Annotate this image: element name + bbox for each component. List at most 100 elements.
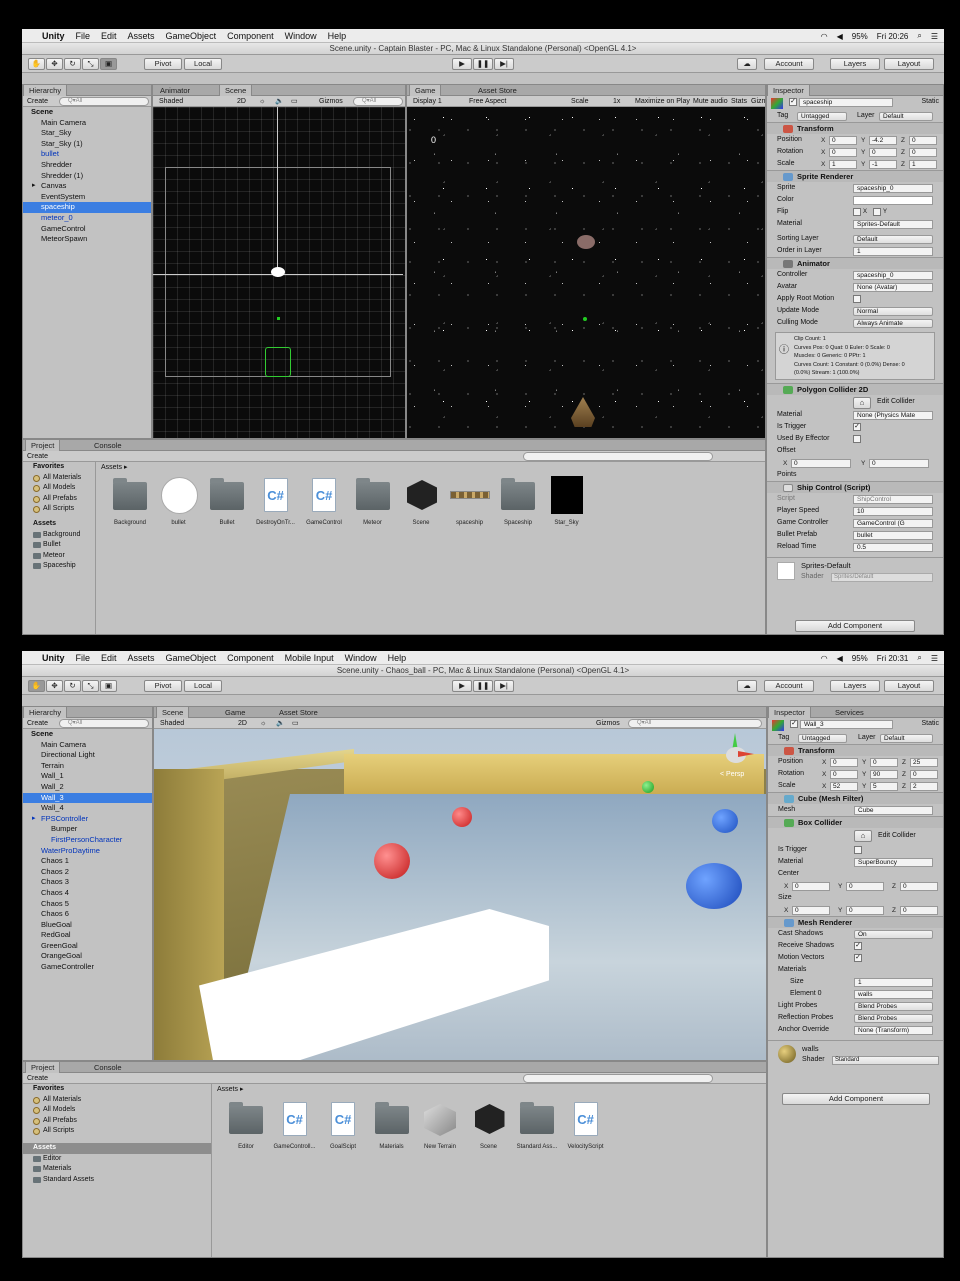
- green-ball[interactable]: [642, 781, 654, 793]
- maximize-toggle[interactable]: Maximize on Play: [635, 97, 690, 106]
- hierarchy-item[interactable]: EventSystem: [23, 192, 151, 203]
- hierarchy-item[interactable]: Chaos 5: [23, 899, 152, 910]
- motion-vectors-checkbox[interactable]: ✓: [854, 954, 862, 962]
- favorite-item[interactable]: All Materials: [23, 1095, 211, 1106]
- tag-dropdown[interactable]: Untagged: [797, 112, 847, 121]
- hierarchy-search[interactable]: Q▾All: [59, 719, 149, 728]
- assets-root[interactable]: Assets: [23, 519, 95, 530]
- create-dropdown[interactable]: Create: [27, 97, 48, 106]
- hierarchy-item[interactable]: ▸ Canvas: [23, 181, 151, 192]
- physics-material-field[interactable]: None (Physics Mate: [853, 411, 933, 420]
- hierarchy-item[interactable]: Main Camera: [23, 118, 151, 129]
- blue-ball[interactable]: [686, 863, 742, 909]
- hierarchy-item[interactable]: Shredder: [23, 160, 151, 171]
- menu-app[interactable]: Unity: [42, 31, 65, 41]
- tab-console[interactable]: Console: [89, 1062, 127, 1073]
- favorite-item[interactable]: All Models: [23, 1105, 211, 1116]
- layout-dropdown[interactable]: Layout: [884, 58, 934, 70]
- pause-button[interactable]: ❚❚: [473, 58, 493, 70]
- tab-project[interactable]: Project: [25, 440, 61, 451]
- active-checkbox[interactable]: ✓: [790, 720, 798, 728]
- folder-item[interactable]: Editor: [23, 1154, 211, 1165]
- hierarchy-item[interactable]: GameControl: [23, 224, 151, 235]
- create-dropdown[interactable]: Create: [27, 719, 48, 728]
- menu-assets[interactable]: Assets: [128, 653, 155, 663]
- scene-search[interactable]: Q▾All: [353, 97, 403, 106]
- anchor-override-field[interactable]: None (Transform): [854, 1026, 933, 1035]
- effector-checkbox[interactable]: [853, 435, 861, 443]
- menu-list-icon[interactable]: ☰: [931, 32, 938, 41]
- layers-dropdown[interactable]: Layers: [830, 680, 880, 692]
- asset-item[interactable]: Background: [105, 476, 155, 526]
- tab-inspector[interactable]: Inspector: [768, 707, 811, 718]
- persp-label[interactable]: < Persp: [720, 771, 744, 778]
- edit-collider-icon[interactable]: ⌂: [853, 397, 871, 409]
- hierarchy-item[interactable]: Star_Sky (1): [23, 139, 151, 150]
- shader-dropdown[interactable]: Sprites/Default: [831, 573, 933, 582]
- folder-item[interactable]: Standard Assets: [23, 1175, 211, 1186]
- expand-arrow-icon[interactable]: ▸: [32, 814, 36, 825]
- asset-item[interactable]: Star_Sky: [542, 476, 592, 526]
- hierarchy-item[interactable]: Main Camera: [23, 740, 152, 751]
- controller-field[interactable]: spaceship_0: [853, 271, 933, 280]
- tab-hierarchy[interactable]: Hierarchy: [23, 707, 68, 718]
- favorites-header[interactable]: Favorites: [23, 1084, 211, 1095]
- asset-item[interactable]: Materials: [367, 1100, 417, 1150]
- asset-item[interactable]: C# GoalScipt: [318, 1100, 368, 1150]
- tab-scene[interactable]: Scene: [156, 707, 190, 718]
- asset-item[interactable]: Meteor: [348, 476, 398, 526]
- transform-header[interactable]: Transform: [767, 122, 943, 134]
- menu-component[interactable]: Component: [227, 31, 274, 41]
- menu-window[interactable]: Window: [345, 653, 377, 663]
- breadcrumb[interactable]: Assets ▸: [213, 1084, 766, 1095]
- clock[interactable]: Fri 20:31: [877, 654, 909, 663]
- tab-asset-store[interactable]: Asset Store: [473, 85, 522, 96]
- scene-viewport[interactable]: [153, 107, 405, 438]
- layer-dropdown[interactable]: Default: [880, 734, 933, 743]
- asset-item[interactable]: bullet: [154, 476, 204, 526]
- hierarchy-item[interactable]: WaterProDaytime: [23, 846, 152, 857]
- update-mode-dropdown[interactable]: Normal: [853, 307, 933, 316]
- favorite-item[interactable]: All Scripts: [23, 504, 95, 515]
- blue-ball[interactable]: [712, 809, 738, 833]
- favorite-item[interactable]: All Prefabs: [23, 1116, 211, 1127]
- points-foldout[interactable]: Points: [767, 469, 943, 481]
- aspect-dropdown[interactable]: Free Aspect: [469, 97, 506, 106]
- game-viewport[interactable]: 0: [407, 107, 765, 438]
- local-button[interactable]: Local: [184, 58, 222, 70]
- hierarchy-item[interactable]: spaceship: [23, 202, 151, 213]
- layout-dropdown[interactable]: Layout: [884, 680, 934, 692]
- menu-assets[interactable]: Assets: [128, 31, 155, 41]
- scene-gizmo[interactable]: [718, 733, 754, 773]
- favorite-item[interactable]: All Materials: [23, 473, 95, 484]
- menu-help[interactable]: Help: [328, 31, 347, 41]
- is-trigger-checkbox[interactable]: [854, 846, 862, 854]
- gizmos-toggle[interactable]: Gizm: [751, 97, 765, 106]
- assets-root[interactable]: Assets: [23, 1142, 211, 1154]
- expand-arrow-icon[interactable]: ▸: [32, 181, 36, 192]
- menu-mobile-input[interactable]: Mobile Input: [285, 653, 334, 663]
- hierarchy-item[interactable]: Chaos 6: [23, 909, 152, 920]
- cloud-icon[interactable]: ☁: [737, 680, 757, 692]
- asset-item[interactable]: Spaceship: [493, 476, 543, 526]
- project-search[interactable]: [523, 1074, 713, 1083]
- root-motion-checkbox[interactable]: [853, 295, 861, 303]
- hierarchy-search[interactable]: Q▾All: [59, 97, 149, 106]
- color-field[interactable]: [853, 196, 933, 205]
- project-create[interactable]: Create: [27, 1074, 48, 1083]
- project-search[interactable]: [523, 452, 713, 461]
- battery-label[interactable]: 95%: [852, 32, 868, 41]
- folder-item[interactable]: Meteor: [23, 551, 95, 562]
- tab-scene[interactable]: Scene: [219, 85, 253, 96]
- account-dropdown[interactable]: Account: [764, 58, 814, 70]
- materials-foldout[interactable]: Materials: [768, 964, 943, 976]
- menu-app[interactable]: Unity: [42, 653, 65, 663]
- hierarchy-item[interactable]: Chaos 3: [23, 877, 152, 888]
- local-button[interactable]: Local: [184, 680, 222, 692]
- object-name-field[interactable]: Wall_3: [800, 720, 893, 729]
- order-field[interactable]: 1: [853, 247, 933, 256]
- tab-project[interactable]: Project: [25, 1062, 61, 1073]
- audio-icon[interactable]: 🔈: [276, 719, 285, 728]
- menu-file[interactable]: File: [76, 653, 91, 663]
- hierarchy-item[interactable]: OrangeGoal: [23, 951, 152, 962]
